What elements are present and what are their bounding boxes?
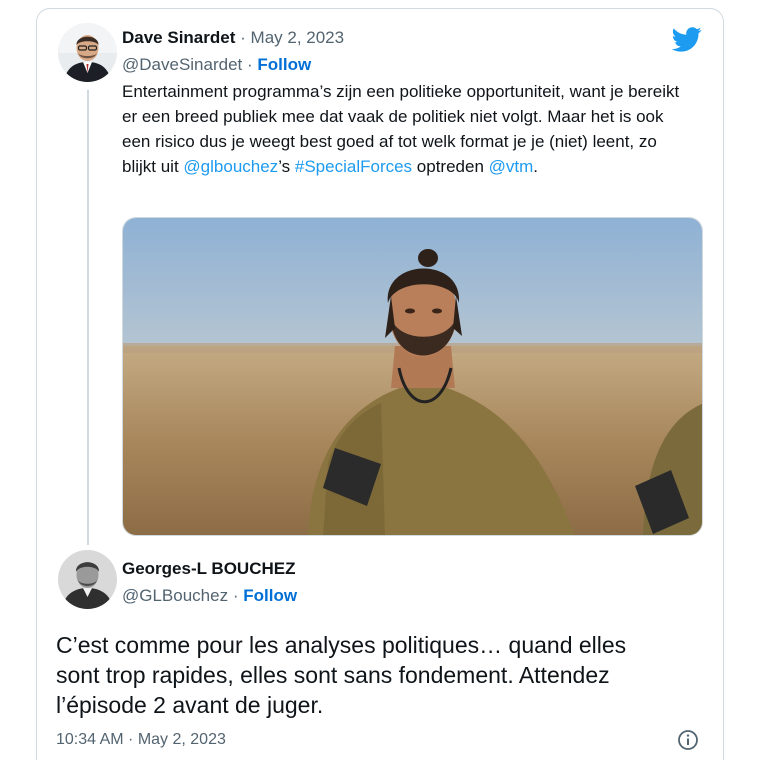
separator-dot: · xyxy=(247,55,253,74)
author-name[interactable]: Dave Sinardet xyxy=(122,28,235,47)
tweet-date[interactable]: May 2, 2023 xyxy=(251,28,345,47)
follow-button[interactable]: Follow xyxy=(243,586,297,605)
author-handle-row: @DaveSinardet · Follow xyxy=(122,55,311,75)
twitter-bird-icon[interactable] xyxy=(671,27,702,57)
tweet-text-part: optreden xyxy=(412,157,489,176)
tweet-text-part: ’s xyxy=(278,157,295,176)
georges-bouchez-avatar[interactable] xyxy=(58,550,117,609)
separator-dot: · xyxy=(232,586,239,605)
reply-author-handle-row: @GLBouchez · Follow xyxy=(122,586,297,606)
follow-button[interactable]: Follow xyxy=(257,55,311,74)
mention-link-vtm[interactable]: @vtm xyxy=(489,157,534,176)
tweet-text-part: . xyxy=(533,157,539,176)
dave-sinardet-avatar[interactable] xyxy=(58,23,117,82)
tweet-text: Entertainment programma’s zijn een polit… xyxy=(122,79,692,179)
info-icon[interactable] xyxy=(677,729,699,756)
tweet-media-photo[interactable] xyxy=(122,217,703,536)
hashtag-link-specialforces[interactable]: #SpecialForces xyxy=(295,157,412,176)
mention-link-glbouchez[interactable]: @glbouchez xyxy=(183,157,278,176)
author-handle[interactable]: @DaveSinardet xyxy=(122,55,242,74)
reply-author-name[interactable]: Georges-L BOUCHEZ xyxy=(122,559,296,579)
reply-text: C’est comme pour les analyses politiques… xyxy=(56,632,627,718)
reply-timestamp[interactable]: 10:34 AM · May 2, 2023 xyxy=(56,731,226,749)
separator-dot: · xyxy=(240,28,246,47)
reply-author-handle[interactable]: @GLBouchez xyxy=(122,586,228,605)
thread-connector-line xyxy=(87,90,89,545)
author-header: Dave Sinardet · May 2, 2023 xyxy=(122,28,344,48)
